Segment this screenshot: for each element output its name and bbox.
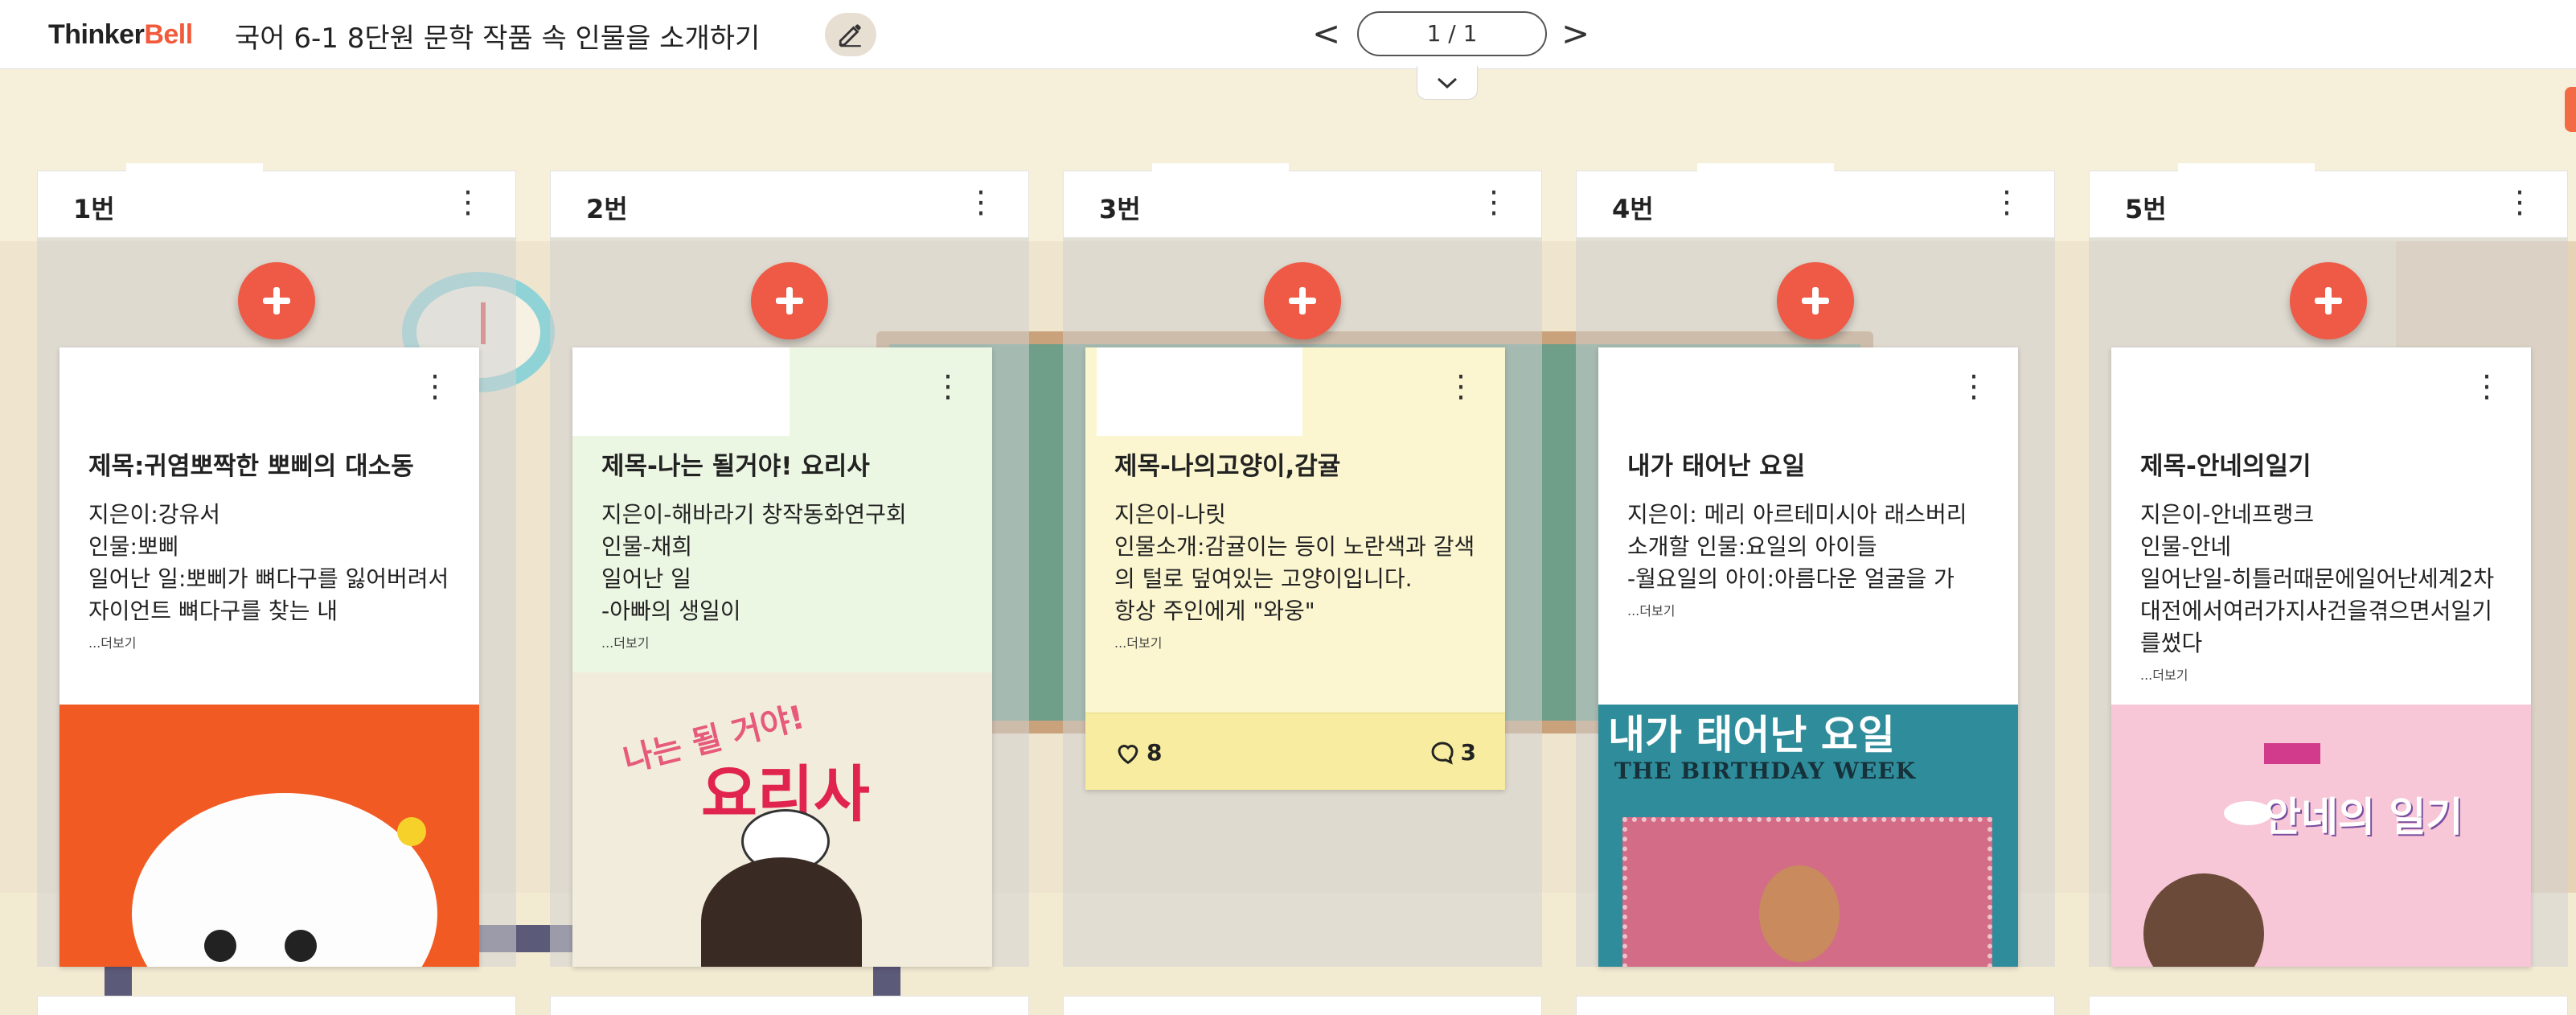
add-post-button[interactable] bbox=[2290, 262, 2367, 339]
card-title: 제목:귀염뽀짝한 뽀삐의 대소동 bbox=[88, 452, 414, 481]
column-header: 3번 ⋮ bbox=[1063, 163, 1542, 238]
post-card[interactable]: ⋮ 제목:귀염뽀짝한 뽀삐의 대소동 지은이:강유서 인물:뽀삐 일어난 일:뽀… bbox=[59, 347, 479, 967]
book-cover-image[interactable]: 내가 태어난 요일 THE BIRTHDAY WEEK bbox=[1598, 705, 2018, 967]
collapse-header-button[interactable] bbox=[1417, 66, 1478, 100]
column-3: 3번 ⋮ ⋮ 제목-나의고양이,감귤 지은이-나릿 인물소개:감귤이는 등이 노… bbox=[1063, 163, 1542, 967]
cover-title: 내가 태어난 요일 bbox=[1608, 712, 1895, 758]
column-5: 5번 ⋮ ⋮ 제목-안네의일기 지은이-안네프랭크 인물-안네 일어난일-히틀러… bbox=[2089, 163, 2568, 967]
plus-icon bbox=[263, 287, 290, 314]
card-text: 지은이-해바라기 창작동화연구회 인물-채희 일어난 일 -아빠의 생일이 bbox=[601, 501, 907, 624]
like-button[interactable]: 8 bbox=[1114, 739, 1162, 766]
add-post-button[interactable] bbox=[751, 262, 828, 339]
prev-page-button[interactable]: < bbox=[1312, 11, 1340, 56]
column-title: 5번 bbox=[2125, 194, 2167, 224]
cover-title: 안네의 일기 bbox=[2264, 794, 2463, 840]
read-more-link[interactable]: ...더보기 bbox=[601, 632, 963, 651]
comment-button[interactable]: 3 bbox=[1429, 739, 1476, 766]
column-title: 1번 bbox=[73, 194, 115, 224]
post-card[interactable]: ⋮ 내가 태어난 요일 지은이: 메리 아르테미시아 래스버리 소개할 인물:요… bbox=[1598, 347, 2018, 967]
add-post-button[interactable] bbox=[238, 262, 315, 339]
redacted-author bbox=[59, 347, 269, 396]
plus-icon bbox=[2315, 287, 2342, 314]
pencil-icon bbox=[839, 24, 861, 47]
card-text: 지은이:강유서 인물:뽀삐 일어난 일:뽀삐가 뼈다구를 잃어버려서 자이언트 … bbox=[88, 501, 449, 624]
edit-title-button[interactable] bbox=[825, 13, 876, 56]
column-header: 1번 ⋮ bbox=[37, 163, 516, 238]
card-footer: 8 3 bbox=[1085, 713, 1505, 790]
redacted-area bbox=[1697, 163, 1834, 212]
add-post-button[interactable] bbox=[1264, 262, 1341, 339]
board-title: 국어 6-1 8단원 문학 작품 속 인물을 소개하기 bbox=[235, 23, 761, 55]
thinkerbell-logo[interactable]: ThinkerBell bbox=[48, 19, 193, 51]
column-menu-icon[interactable]: ⋮ bbox=[1479, 186, 1509, 218]
plus-icon bbox=[776, 287, 803, 314]
chevron-down-icon bbox=[1437, 77, 1458, 88]
like-count: 8 bbox=[1146, 739, 1163, 766]
column-menu-icon[interactable]: ⋮ bbox=[2504, 186, 2535, 218]
read-more-link[interactable]: ...더보기 bbox=[88, 632, 450, 651]
book-cover-image[interactable] bbox=[59, 705, 479, 967]
next-page-button[interactable]: > bbox=[1561, 11, 1589, 56]
next-row-column-header bbox=[2089, 996, 2568, 1015]
top-bar: ThinkerBell 국어 6-1 8단원 문학 작품 속 인물을 소개하기 … bbox=[0, 0, 2576, 69]
read-more-link[interactable]: ...더보기 bbox=[1114, 632, 1476, 651]
side-panel-tab[interactable] bbox=[2565, 87, 2576, 132]
column-header: 2번 ⋮ bbox=[550, 171, 1029, 238]
column-header: 4번 ⋮ bbox=[1576, 163, 2055, 238]
column-title: 2번 bbox=[586, 194, 628, 224]
post-card[interactable]: ⋮ 제목-나의고양이,감귤 지은이-나릿 인물소개:감귤이는 등이 노란색과 갈… bbox=[1085, 347, 1505, 790]
page-indicator: 1 / 1 bbox=[1357, 11, 1547, 56]
redacted-area bbox=[1152, 163, 1289, 215]
read-more-link[interactable]: ...더보기 bbox=[2140, 664, 2502, 684]
plus-icon bbox=[1802, 287, 1829, 314]
card-title: 제목-나는 될거야! 요리사 bbox=[601, 452, 870, 481]
card-menu-icon[interactable]: ⋮ bbox=[420, 370, 450, 402]
column-menu-icon[interactable]: ⋮ bbox=[966, 186, 996, 218]
column-1: 1번 ⋮ ⋮ 제목:귀염뽀짝한 뽀삐의 대소동 지은이:강유서 인물:뽀삐 일어… bbox=[37, 163, 516, 967]
card-text: 지은이-나릿 인물소개:감귤이는 등이 노란색과 갈색의 털로 덮여있는 고양이… bbox=[1114, 501, 1475, 624]
read-more-link[interactable]: ...더보기 bbox=[1627, 600, 1989, 619]
redacted-area bbox=[126, 163, 263, 215]
post-card[interactable]: ⋮ 제목-나는 될거야! 요리사 지은이-해바라기 창작동화연구회 인물-채희 … bbox=[572, 347, 992, 967]
book-cover-image[interactable]: 안네의 일기 bbox=[2111, 705, 2531, 967]
next-row-column-header bbox=[1576, 996, 2055, 1015]
column-2: 2번 ⋮ ⋮ 제목-나는 될거야! 요리사 지은이-해바라기 창작동화연구회 인… bbox=[550, 171, 1029, 967]
heart-icon bbox=[1118, 744, 1138, 764]
redacted-author bbox=[572, 347, 790, 436]
redacted-area bbox=[628, 178, 749, 236]
card-title: 내가 태어난 요일 bbox=[1627, 452, 1806, 481]
add-post-button[interactable] bbox=[1777, 262, 1854, 339]
redacted-area bbox=[2178, 163, 2315, 215]
column-menu-icon[interactable]: ⋮ bbox=[1991, 186, 2022, 218]
next-row-column-header bbox=[1063, 996, 1542, 1015]
post-card[interactable]: ⋮ 제목-안네의일기 지은이-안네프랭크 인물-안네 일어난일-히틀러때문에일어… bbox=[2111, 347, 2531, 967]
plus-icon bbox=[1289, 287, 1316, 314]
card-menu-icon[interactable]: ⋮ bbox=[1446, 370, 1476, 402]
column-title: 3번 bbox=[1099, 194, 1141, 224]
column-4: 4번 ⋮ ⋮ 내가 태어난 요일 지은이: 메리 아르테미시아 래스버리 소개할… bbox=[1576, 163, 2055, 967]
card-text: 지은이-안네프랭크 인물-안네 일어난일-히틀러때문에일어난세계2차대전에서여러… bbox=[2140, 501, 2495, 656]
column-header: 5번 ⋮ bbox=[2089, 163, 2568, 238]
next-row-column-header bbox=[550, 996, 1029, 1015]
card-title: 제목-안네의일기 bbox=[2140, 452, 2311, 481]
book-cover-image[interactable]: 나는 될 거야! 요리사 bbox=[572, 672, 992, 967]
comment-count: 3 bbox=[1460, 739, 1476, 766]
card-menu-icon[interactable]: ⋮ bbox=[1959, 370, 1989, 402]
redacted-author bbox=[1097, 347, 1302, 436]
card-text: 지은이: 메리 아르테미시아 래스버리 소개할 인물:요일의 아이들 -월요일의… bbox=[1627, 501, 1967, 592]
comment-icon bbox=[1431, 742, 1454, 765]
card-menu-icon[interactable]: ⋮ bbox=[933, 370, 963, 402]
next-row-column-header bbox=[37, 996, 516, 1015]
card-title: 제목-나의고양이,감귤 bbox=[1114, 452, 1341, 481]
cover-title-english: THE BIRTHDAY WEEK bbox=[1614, 758, 1917, 784]
column-title: 4번 bbox=[1612, 194, 1654, 224]
card-menu-icon[interactable]: ⋮ bbox=[2471, 370, 2502, 402]
column-menu-icon[interactable]: ⋮ bbox=[453, 186, 483, 218]
